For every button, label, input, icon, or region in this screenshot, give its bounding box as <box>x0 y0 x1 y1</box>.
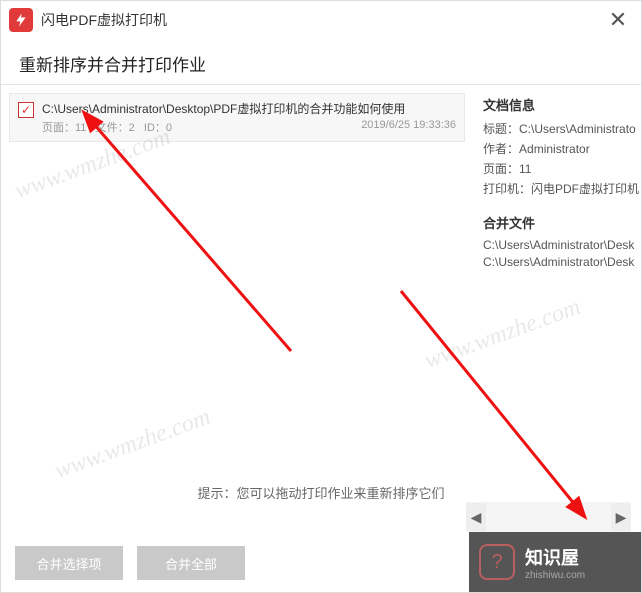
merge-file: C:\Users\Administrator\Desk <box>483 255 637 269</box>
page-heading: 重新排序并合并打印作业 <box>1 39 641 85</box>
job-path: C:\Users\Administrator\Desktop\PDF虚拟打印机的… <box>42 100 456 117</box>
window-title: 闪电PDF虚拟打印机 <box>41 10 167 30</box>
docinfo-title: 文档信息 <box>483 95 637 114</box>
job-timestamp: 2019/6/25 19:33:36 <box>361 119 456 135</box>
merge-file: C:\Users\Administrator\Desk <box>483 238 637 252</box>
print-job-item[interactable]: ✓ C:\Users\Administrator\Desktop\PDF虚拟打印… <box>9 93 465 142</box>
titlebar: 闪电PDF虚拟打印机 ✕ <box>1 1 641 39</box>
hint-text: 提示：您可以拖动打印作业来重新排序它们 <box>1 483 641 502</box>
job-list: ✓ C:\Users\Administrator\Desktop\PDF虚拟打印… <box>1 85 473 505</box>
brand-name: 知识屋 <box>525 544 585 570</box>
app-logo-icon <box>9 8 33 32</box>
thumb-prev-button[interactable]: ◀ <box>466 503 486 531</box>
brand-icon: ? <box>479 544 515 580</box>
brand-badge: ? 知识屋 zhishiwu.com <box>469 532 641 592</box>
merge-selected-button[interactable]: 合并选择项 <box>15 546 123 580</box>
job-meta-left: 页面：11 文件：2 ID：0 <box>42 119 172 135</box>
close-button[interactable]: ✕ <box>603 5 633 35</box>
merge-all-button[interactable]: 合并全部 <box>137 546 245 580</box>
brand-domain: zhishiwu.com <box>525 570 585 581</box>
merge-title: 合并文件 <box>483 213 637 232</box>
job-checkbox[interactable]: ✓ <box>18 102 34 118</box>
info-panel: 文档信息 标题：C:\Users\Administrato 作者：Adminis… <box>473 85 641 505</box>
thumbnail-strip: ◀ ▶ <box>466 502 631 532</box>
thumb-next-button[interactable]: ▶ <box>611 503 631 531</box>
